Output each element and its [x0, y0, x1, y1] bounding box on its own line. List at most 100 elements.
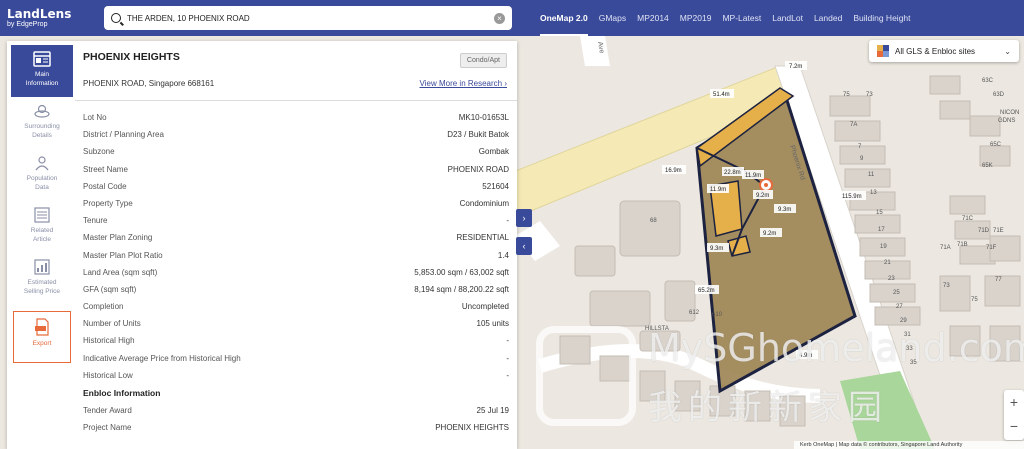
layer-select-label: All GLS & Enbloc sites — [895, 46, 976, 56]
detail-label: Subzone — [83, 147, 115, 157]
article-icon — [34, 207, 50, 223]
lot-label: 71C — [962, 216, 974, 222]
search-bar: × — [104, 6, 512, 30]
detail-value: 1.4 — [497, 250, 509, 260]
expand-panel-button[interactable]: › — [516, 209, 532, 227]
chevron-down-icon: ⌄ — [1004, 46, 1011, 56]
nav-label: Article — [32, 236, 52, 243]
detail-value: 105 units — [476, 319, 509, 329]
zoom-out-button[interactable]: − — [1004, 414, 1024, 438]
nav-surrounding-details[interactable]: Surrounding Details — [11, 97, 73, 149]
nav-label: Data — [35, 184, 49, 191]
detail-value: 521604 — [482, 181, 509, 191]
detail-label: Historical High — [83, 336, 135, 346]
tab-mp2014[interactable]: MP2014 — [637, 0, 669, 36]
search-input[interactable] — [127, 13, 494, 23]
dimension-label: 16.9m — [665, 168, 682, 174]
lot-label: 35 — [910, 360, 917, 366]
detail-row: Historical High - — [83, 332, 509, 349]
detail-label: Historical Low — [83, 370, 133, 380]
bar-chart-icon — [34, 259, 50, 275]
lot-label: 71A — [940, 245, 951, 251]
nav-population-data[interactable]: Population Data — [11, 149, 73, 201]
nav-label: Selling Price — [23, 288, 61, 295]
detail-value: 25 Jul 19 — [476, 406, 509, 415]
detail-row: Property Type Condominium — [83, 195, 509, 212]
view-more-research-link[interactable]: View More in Research › — [420, 79, 507, 88]
dimension-label: 11.9m — [710, 187, 726, 193]
nav-label: Related — [30, 227, 54, 234]
tab-landed[interactable]: Landed — [814, 0, 842, 36]
info-panel: Main Information Surrounding Details Pop… — [7, 41, 517, 449]
detail-row: Indicative Average Price from Historical… — [83, 350, 509, 367]
map-tabs: OneMap 2.0 GMaps MP2014 MP2019 MP-Latest… — [540, 0, 922, 36]
lot-label: 17 — [878, 227, 885, 233]
property-address: PHOENIX ROAD, Singapore 668161 — [83, 79, 215, 88]
nav-export[interactable]: Export — [13, 311, 71, 363]
detail-value: - — [506, 370, 509, 380]
detail-row: Master Plan Zoning RESIDENTIAL — [83, 229, 509, 246]
detail-value: - — [506, 216, 509, 226]
detail-label: Indicative Average Price from Historical… — [83, 353, 241, 363]
detail-label: Tender Award — [83, 406, 132, 415]
dimension-label: 9.3m — [710, 246, 723, 252]
nav-main-information[interactable]: Main Information — [11, 45, 73, 97]
zoom-in-button[interactable]: + — [1004, 390, 1024, 414]
place-label: GDNS — [998, 118, 1015, 124]
tab-mp-latest[interactable]: MP-Latest — [722, 0, 761, 36]
panel-sidenav: Main Information Surrounding Details Pop… — [11, 45, 73, 449]
property-title: PHOENIX HEIGHTS — [83, 51, 180, 63]
detail-row: Subzone Gombak — [83, 143, 509, 160]
property-header: PHOENIX HEIGHTS Condo/Apt PHOENIX ROAD, … — [75, 41, 517, 101]
detail-value: 8,194 sqm / 88,200.22 sqft — [414, 284, 509, 294]
nav-estimated-selling-price[interactable]: Estimated Selling Price — [11, 253, 73, 305]
tab-gmaps[interactable]: GMaps — [599, 0, 626, 36]
layer-select[interactable]: All GLS & Enbloc sites ⌄ — [869, 40, 1019, 62]
detail-label: Lot No — [83, 113, 107, 122]
detail-row: Number of Units 105 units — [83, 315, 509, 332]
detail-row: Postal Code 521604 — [83, 178, 509, 195]
detail-label: Completion — [83, 302, 124, 312]
dimension-label: 9.3m — [778, 207, 791, 213]
detail-row: Street Name PHOENIX ROAD — [83, 161, 509, 178]
detail-label: Street Name — [83, 164, 128, 174]
detail-value: PHOENIX HEIGHTS — [435, 423, 509, 433]
dimension-label: 115.9m — [842, 194, 862, 200]
location-icon — [34, 104, 50, 118]
property-type-badge: Condo/Apt — [459, 53, 507, 68]
detail-label: GFA (sqm sqft) — [83, 284, 137, 294]
detail-label: Postal Code — [83, 181, 127, 191]
detail-row: Tender Award 25 Jul 19 — [83, 402, 509, 419]
lot-label: 610 — [712, 312, 723, 318]
nav-label: Details — [32, 132, 52, 139]
lot-label: 73 — [866, 92, 873, 98]
people-icon — [35, 156, 49, 171]
tab-landlot[interactable]: LandLot — [772, 0, 803, 36]
lot-label: 33 — [906, 346, 913, 352]
property-details: Lot No MK10-01653L District / Planning Ar… — [75, 101, 517, 436]
detail-value: Gombak — [478, 147, 509, 157]
detail-value: 5,853.00 sqm / 63,002 sqft — [414, 267, 509, 277]
detail-label: Number of Units — [83, 319, 141, 329]
tab-mp2019[interactable]: MP2019 — [680, 0, 712, 36]
layers-icon — [877, 45, 889, 57]
tab-onemap[interactable]: OneMap 2.0 — [540, 0, 588, 36]
detail-value: Uncompleted — [461, 302, 509, 312]
lot-label: 13 — [870, 190, 877, 196]
lot-label: 19 — [880, 244, 887, 250]
nav-label: Surrounding — [24, 123, 60, 130]
detail-value: PHOENIX ROAD — [447, 164, 509, 174]
clear-icon[interactable]: × — [494, 12, 505, 24]
brand-logo[interactable]: LandLens by EdgeProp — [0, 7, 100, 29]
lot-label: 73 — [943, 283, 950, 289]
detail-row: Lot No MK10-01653L — [83, 109, 509, 126]
detail-row: Historical Low - — [83, 367, 509, 384]
nav-related-article[interactable]: Related Article — [11, 201, 73, 253]
detail-value: D23 / Bukit Batok — [447, 130, 509, 140]
collapse-panel-button[interactable]: ‹ — [516, 237, 532, 255]
lot-label: 11 — [868, 172, 875, 178]
lot-label: 27 — [896, 304, 903, 310]
tab-building-height[interactable]: Building Height — [853, 0, 910, 36]
detail-row: District / Planning Area D23 / Bukit Bato… — [83, 126, 509, 143]
dimension-label: 11.9m — [745, 173, 761, 179]
